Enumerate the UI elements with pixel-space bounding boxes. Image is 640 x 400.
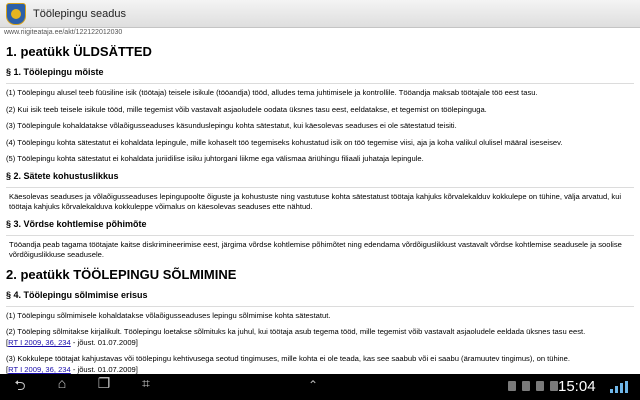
download-icon	[522, 381, 530, 391]
paragraph: (4) Töölepingu kohta sätestatut ei kohal…	[6, 137, 563, 147]
chapter-title: 1. peatükk ÜLDSÄTTED	[6, 44, 152, 59]
section-title: § 1. Töölepingu mõiste	[6, 67, 104, 77]
clock: 15:04	[558, 378, 596, 395]
reference-link[interactable]: RT I 2009, 36, 234	[8, 365, 71, 374]
paragraph: (1) Töölepingu alusel teeb füüsiline isi…	[6, 88, 538, 97]
reference-suffix: - jõust. 01.07.2009]	[70, 337, 138, 347]
usb-icon	[508, 381, 516, 391]
title-bar: Töölepingu seadus	[0, 0, 640, 28]
url-text: www.riigiteataja.ee/akt/122122012030	[4, 29, 123, 36]
section-title: § 2. Sätete kohustuslikkus	[6, 170, 119, 181]
divider	[6, 186, 634, 188]
reference-suffix: - jõust. 01.07.2009]	[70, 364, 138, 374]
app-title: Töölepingu seadus	[33, 7, 126, 20]
chevron-up-icon[interactable]: ⌃	[308, 378, 318, 392]
paragraph: (2) Tööleping sõlmitakse kirjalikult. Tö…	[6, 327, 586, 347]
recents-icon[interactable]: ❐	[90, 375, 118, 399]
paragraph: (5) Töölepingu kohta sätestatut ei kohal…	[6, 154, 424, 163]
chapter-title: 2. peatükk TÖÖLEPINGU SÕLMIMINE	[6, 266, 237, 282]
section-title: § 3. Võrdse kohtlemise põhimõte	[6, 218, 147, 229]
reference-link[interactable]: RT I 2009, 36, 234	[8, 338, 71, 347]
paragraph-text: (3) Kokkulepe töötajat kahjustavas või t…	[6, 354, 570, 363]
document-content[interactable]: 1. peatükk ÜLDSÄTTED § 1. Töölepingu mõi…	[0, 38, 640, 374]
section-title: § 4. Töölepingu sõlmimise erisus	[6, 289, 148, 300]
image-icon	[536, 381, 544, 391]
paragraph: (3) Töölepingule kohaldatakse võlaõiguss…	[6, 121, 457, 130]
system-nav-bar: ⮌ ⌂ ❐ ⌗ ⌃ 15:04	[0, 374, 640, 400]
home-icon[interactable]: ⌂	[48, 375, 76, 399]
divider	[6, 305, 634, 307]
divider	[6, 83, 634, 84]
screenshot-icon[interactable]: ⌗	[132, 375, 160, 399]
paragraph: Käesolevas seaduses ja võlaõigusseaduses…	[9, 191, 622, 212]
divider	[6, 234, 634, 236]
back-icon[interactable]: ⮌	[6, 375, 34, 399]
sd-card-icon	[550, 381, 558, 391]
paragraph-text: (2) Tööleping sõlmitakse kirjalikult. Tö…	[6, 327, 586, 336]
signal-icon	[610, 381, 630, 393]
paragraph: (2) Kui isik teeb teisele isikule tööd, …	[6, 104, 487, 114]
paragraph: (1) Töölepingu sõlmimisele kohaldatakse …	[6, 310, 331, 320]
paragraph: (3) Kokkulepe töötajat kahjustavas või t…	[6, 354, 570, 374]
paragraph: Tööandja peab tagama töötajate kaitse di…	[9, 239, 622, 260]
app-logo-icon	[3, 2, 29, 26]
notification-icons	[508, 381, 558, 391]
